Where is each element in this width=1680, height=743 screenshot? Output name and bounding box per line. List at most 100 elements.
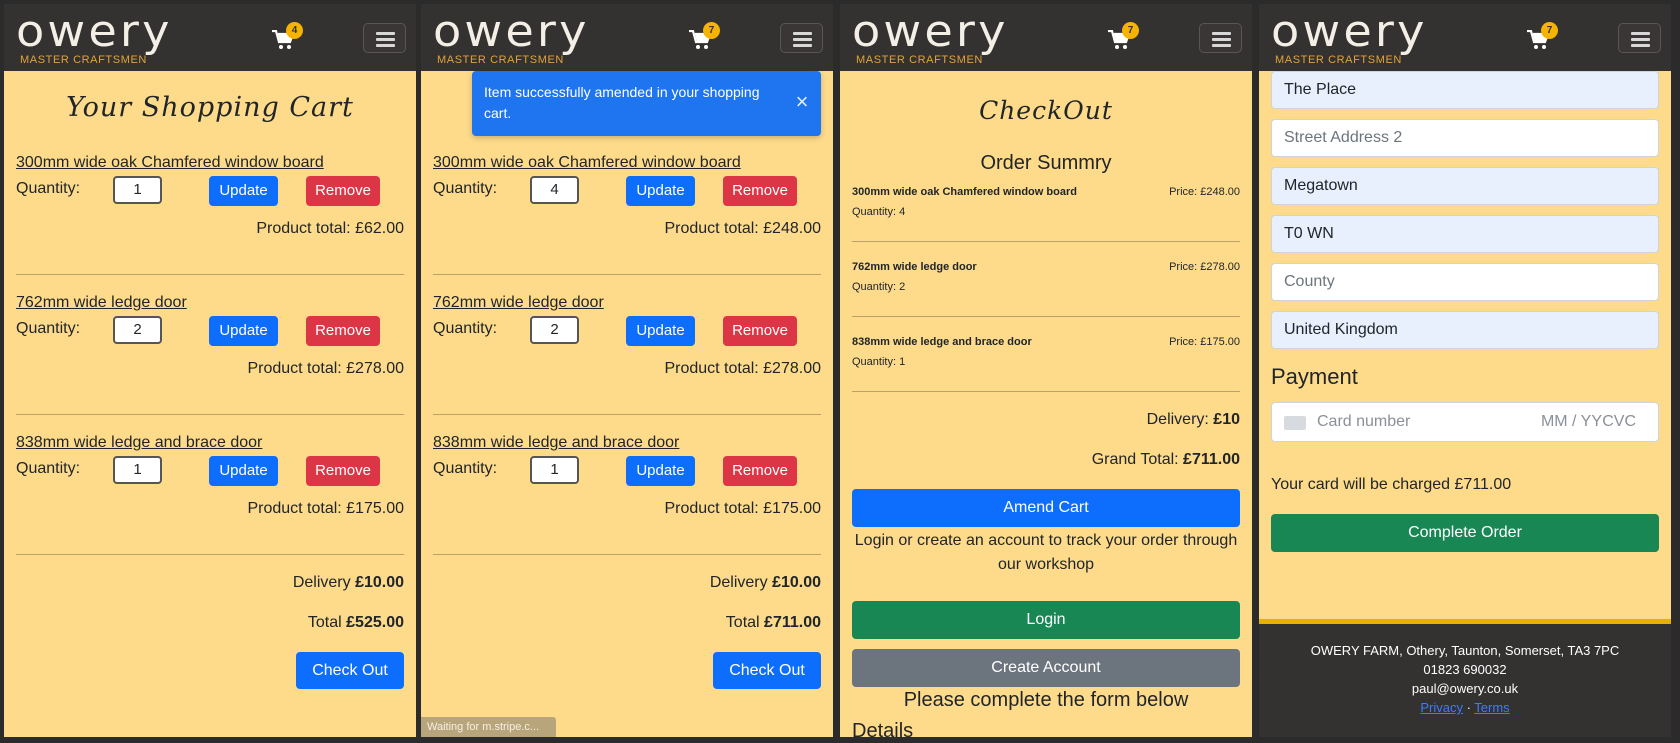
checkout-button[interactable]: Check Out [296, 652, 404, 689]
grand-total-label: Grand Total: [1091, 451, 1184, 468]
delivery-value: £10.00 [355, 574, 404, 591]
delivery-label: Delivery: [1146, 411, 1214, 428]
product-link[interactable]: 762mm wide ledge door [433, 294, 604, 312]
product-link[interactable]: 300mm wide oak Chamfered window board [16, 154, 324, 172]
hamburger-menu-button[interactable] [1618, 23, 1661, 53]
update-button[interactable]: Update [209, 316, 278, 346]
quantity-label: Quantity: [433, 320, 498, 337]
complete-order-button[interactable]: Complete Order [1271, 514, 1659, 552]
divider [16, 414, 404, 415]
update-button[interactable]: Update [626, 456, 695, 486]
checkout-button[interactable]: Check Out [713, 652, 821, 689]
county-field[interactable]: County [1271, 263, 1659, 301]
quantity-input[interactable]: 1 [113, 176, 162, 204]
amend-cart-button[interactable]: Amend Cart [852, 489, 1240, 527]
logo[interactable]: owery MASTER CRAFTSMEN [852, 10, 1005, 67]
product-total: Product total: £175.00 [247, 500, 404, 517]
logo[interactable]: owery MASTER CRAFTSMEN [433, 10, 586, 67]
footer-separator: · [1462, 700, 1475, 715]
summary-item-name: 838mm wide ledge and brace door [852, 336, 1032, 348]
divider [16, 274, 404, 275]
create-account-button[interactable]: Create Account [852, 649, 1240, 687]
page-title: CheckOut [979, 96, 1113, 125]
product-link[interactable]: 838mm wide ledge and brace door [16, 434, 262, 452]
update-button[interactable]: Update [209, 456, 278, 486]
delivery-value: £10.00 [772, 574, 821, 591]
quantity-input[interactable]: 2 [530, 316, 579, 344]
navbar: owery MASTER CRAFTSMEN 4 [4, 4, 416, 71]
cart-icon[interactable]: 4 [272, 22, 303, 50]
login-prompt: Login or create an account to track your… [854, 532, 1238, 573]
summary-item-qty: Quantity: 2 [852, 281, 906, 293]
summary-item-price: Price: £175.00 [1169, 336, 1240, 348]
address-line-2-field[interactable]: Street Address 2 [1271, 119, 1659, 157]
close-icon[interactable]: × [793, 91, 811, 113]
navbar: owery MASTER CRAFTSMEN 7 [1259, 4, 1671, 71]
divider [16, 554, 404, 555]
summary-item-qty: Quantity: 4 [852, 206, 906, 218]
product-total: Product total: £62.00 [256, 220, 404, 237]
quantity-label: Quantity: [433, 460, 498, 477]
logo-word: owery [433, 6, 590, 57]
remove-button[interactable]: Remove [723, 176, 797, 206]
product-link[interactable]: 300mm wide oak Chamfered window board [433, 154, 741, 172]
total-line: Total £711.00 [726, 614, 821, 632]
card-icon [1284, 416, 1306, 430]
quantity-input[interactable]: 4 [530, 176, 579, 204]
terms-link[interactable]: Terms [1474, 700, 1509, 715]
divider [852, 241, 1240, 242]
update-button[interactable]: Update [626, 176, 695, 206]
update-button[interactable]: Update [209, 176, 278, 206]
product-total: Product total: £175.00 [664, 500, 821, 517]
cart-icon[interactable]: 7 [1108, 22, 1139, 50]
quantity-input[interactable]: 2 [113, 316, 162, 344]
hamburger-menu-button[interactable] [780, 23, 823, 53]
remove-button[interactable]: Remove [306, 176, 380, 206]
navbar: owery MASTER CRAFTSMEN 7 [840, 4, 1252, 71]
remove-button[interactable]: Remove [306, 456, 380, 486]
page-title: Your Shopping Cart [66, 92, 354, 123]
address-line-1-field[interactable]: The Place [1271, 71, 1659, 109]
logo[interactable]: owery MASTER CRAFTSMEN [16, 10, 169, 67]
hamburger-menu-button[interactable] [1199, 23, 1242, 53]
grand-total-line: Grand Total: £711.00 [1092, 451, 1240, 469]
details-heading: Details [852, 720, 914, 737]
success-toast: Item successfully amended in your shoppi… [472, 71, 821, 136]
summary-item-qty: Quantity: 1 [852, 356, 906, 368]
privacy-link[interactable]: Privacy [1420, 700, 1463, 715]
product-link[interactable]: 838mm wide ledge and brace door [433, 434, 679, 452]
quantity-input[interactable]: 1 [530, 456, 579, 484]
product-link[interactable]: 762mm wide ledge door [16, 294, 187, 312]
town-field[interactable]: Megatown [1271, 167, 1659, 205]
update-button[interactable]: Update [626, 316, 695, 346]
cart-count-badge: 7 [1541, 22, 1558, 39]
logo[interactable]: owery MASTER CRAFTSMEN [1271, 10, 1424, 67]
divider [433, 414, 821, 415]
card-input[interactable]: Card number MM / YY CVC [1271, 402, 1659, 442]
total-label: Total [725, 614, 765, 631]
total-label: Total [307, 614, 347, 631]
remove-button[interactable]: Remove [723, 456, 797, 486]
hamburger-menu-button[interactable] [363, 23, 406, 53]
navbar: owery MASTER CRAFTSMEN 7 [421, 4, 833, 71]
divider [852, 391, 1240, 392]
payment-panel: owery MASTER CRAFTSMEN 7 The Place Stree… [1259, 4, 1671, 737]
footer-email: paul@owery.co.uk [1411, 681, 1519, 696]
footer-address: OWERY FARM, Othery, Taunton, Somerset, T… [1310, 643, 1620, 658]
logo-word: owery [852, 6, 1009, 57]
product-total: Product total: £278.00 [664, 360, 821, 377]
card-cvc-placeholder: CVC [1602, 413, 1636, 430]
product-total: Product total: £248.00 [664, 220, 821, 237]
delivery-label: Delivery [292, 574, 356, 591]
delivery-value: £10 [1213, 411, 1240, 428]
form-instruction: Please complete the form below [903, 689, 1189, 711]
total-value: £525.00 [346, 614, 404, 631]
login-button[interactable]: Login [852, 601, 1240, 639]
cart-icon[interactable]: 7 [689, 22, 720, 50]
remove-button[interactable]: Remove [306, 316, 380, 346]
quantity-input[interactable]: 1 [113, 456, 162, 484]
remove-button[interactable]: Remove [723, 316, 797, 346]
postcode-field[interactable]: T0 WN [1271, 215, 1659, 253]
cart-icon[interactable]: 7 [1527, 22, 1558, 50]
country-field[interactable]: United Kingdom [1271, 311, 1659, 349]
